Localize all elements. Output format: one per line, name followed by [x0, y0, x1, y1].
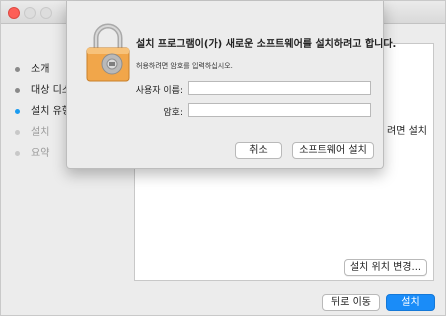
- step-install-type: 설치 유형: [15, 101, 71, 122]
- installer-window: 소개 대상 디스 설치 유형 설치 요약 려면 설치 설치 위치 변경... 뒤…: [0, 0, 446, 316]
- step-label: 대상 디스: [31, 85, 71, 96]
- auth-sheet: 설치 프로그램이(가) 새로운 소프트웨어를 설치하려고 합니다. 허용하려면 …: [66, 1, 396, 169]
- step-dot-icon: [15, 67, 20, 72]
- go-back-button[interactable]: 뒤로 이동: [322, 294, 380, 311]
- sheet-subtitle: 허용하려면 암호를 입력하십시오.: [136, 62, 233, 70]
- password-label: 암호:: [163, 108, 183, 118]
- step-intro: 소개: [15, 59, 71, 80]
- step-label: 설치 유형: [31, 106, 71, 117]
- sheet-title: 설치 프로그램이(가) 새로운 소프트웨어를 설치하려고 합니다.: [136, 39, 397, 50]
- username-field[interactable]: [188, 81, 371, 95]
- step-summary: 요약: [15, 143, 71, 164]
- step-install: 설치: [15, 122, 71, 143]
- install-software-button[interactable]: 소프트웨어 설치: [292, 142, 374, 159]
- step-dot-icon: [15, 88, 20, 93]
- step-label: 요약: [31, 148, 50, 159]
- step-list: 소개 대상 디스 설치 유형 설치 요약: [15, 59, 71, 164]
- step-dot-icon: [15, 109, 20, 114]
- minimize-window-button[interactable]: [24, 7, 36, 19]
- lock-icon: [86, 23, 130, 82]
- step-label: 설치: [31, 127, 50, 138]
- zoom-window-button[interactable]: [40, 7, 52, 19]
- cancel-button[interactable]: 취소: [235, 142, 282, 159]
- close-window-button[interactable]: [8, 7, 20, 19]
- step-dot-icon: [15, 130, 20, 135]
- change-install-location-button[interactable]: 설치 위치 변경...: [344, 259, 427, 276]
- install-button[interactable]: 설치: [386, 294, 435, 311]
- step-destination: 대상 디스: [15, 80, 71, 101]
- pane-description: 려면 설치: [387, 126, 427, 137]
- password-field[interactable]: [188, 103, 371, 117]
- step-label: 소개: [31, 64, 50, 75]
- step-dot-icon: [15, 151, 20, 156]
- username-label: 사용자 이름:: [135, 86, 183, 96]
